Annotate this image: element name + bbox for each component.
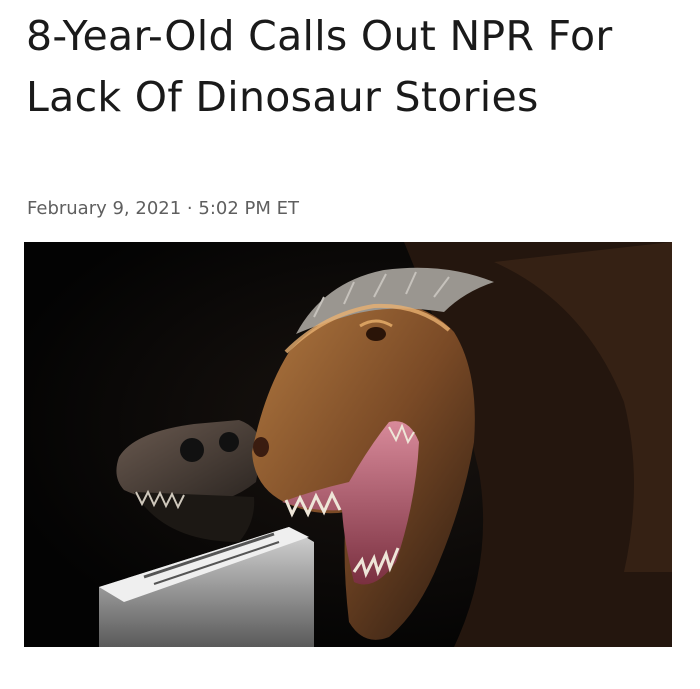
article-time: 5:02 PM ET xyxy=(198,198,300,219)
article-date: February 9, 2021 xyxy=(27,198,182,219)
article: 8-Year-Old Calls Out NPR For Lack Of Din… xyxy=(0,0,700,689)
t-rex-head-photo xyxy=(24,242,672,647)
dateline-separator: · xyxy=(186,198,193,219)
article-dateline: February 9, 2021 · 5:02 PM ET xyxy=(27,198,299,219)
article-photo[interactable] xyxy=(24,242,672,647)
article-headline: 8-Year-Old Calls Out NPR For Lack Of Din… xyxy=(26,12,613,121)
